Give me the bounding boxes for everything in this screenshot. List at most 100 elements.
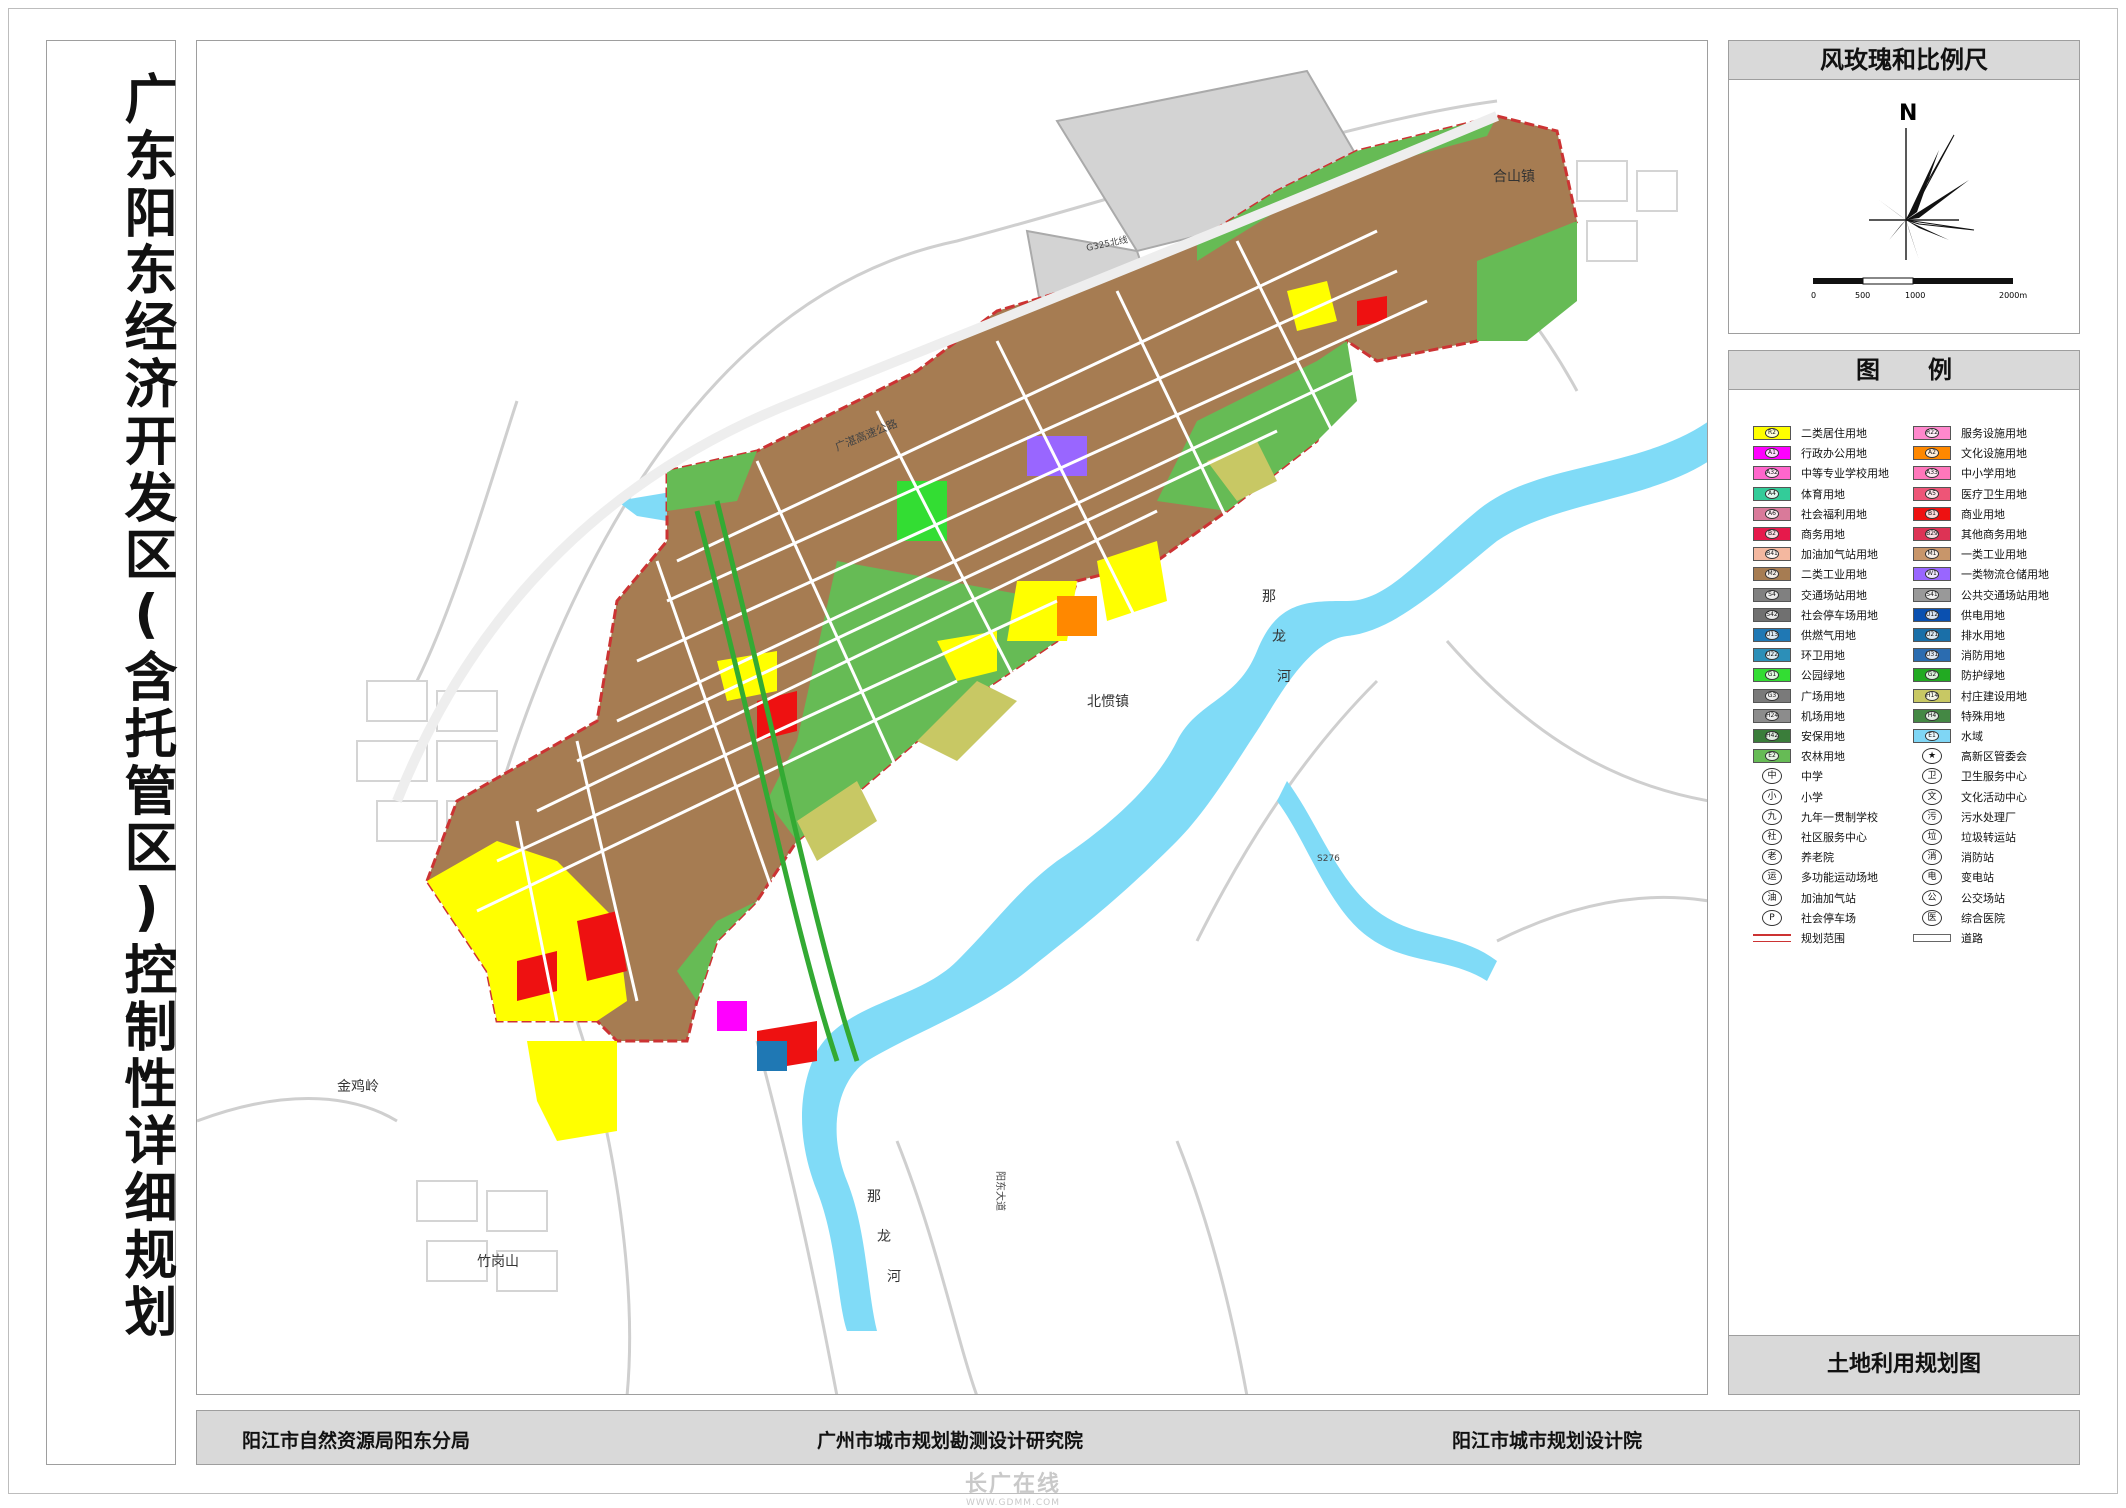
legend-code: M1 — [1925, 549, 1939, 560]
legend-swatch: M2 — [1753, 567, 1791, 582]
legend-label: 行政办公用地 — [1801, 447, 1867, 461]
scale-label-2000: 2000m — [1999, 291, 2027, 300]
legend-code: U31 — [1925, 650, 1939, 661]
river-branch — [1277, 781, 1497, 981]
legend-swatch: U21 — [1913, 628, 1951, 642]
legend-item: B1 商业用地 — [1913, 504, 2005, 524]
legend-label: 供燃气用地 — [1801, 629, 1856, 642]
legend-item: 文 文化活动中心 — [1913, 787, 2027, 807]
legend-label: 水域 — [1961, 730, 1983, 743]
legend-item: 垃 垃圾转运站 — [1913, 827, 2016, 847]
legend-item: 九 九年一贯制学校 — [1753, 807, 1878, 827]
legend-code: A6 — [1765, 508, 1779, 519]
label-road-yangdong: 阳东大道 — [994, 1171, 1007, 1211]
legend-item: U12 供电用地 — [1913, 605, 2005, 625]
legend-swatch: A6 — [1753, 506, 1791, 521]
map-title: 广东阳东经济开发区(含托管区)控制性详细规划 — [116, 71, 177, 1341]
legend-swatch: R22 — [1913, 426, 1951, 440]
legend-item: H42 安保用地 — [1753, 726, 1845, 746]
legend-label: 服务设施用地 — [1961, 427, 2027, 440]
legend-item: A32 中等专业学校用地 — [1753, 463, 1889, 483]
legend-item: E2 农林用地 — [1753, 746, 1845, 766]
legend-symbol-icon: 文 — [1922, 788, 1942, 805]
legend-item: 医 综合医院 — [1913, 908, 2005, 928]
legend-label: 环卫用地 — [1801, 649, 1845, 663]
legend-panel-header: 图 例 — [1729, 351, 2079, 390]
legend-code: B1 — [1925, 508, 1939, 519]
legend-label: 综合医院 — [1961, 911, 2005, 925]
label-beiguan: 北惯镇 — [1087, 693, 1129, 710]
legend-label: 卫生服务中心 — [1961, 770, 2027, 784]
legend-swatch: U22 — [1753, 648, 1791, 663]
legend-code: H42 — [1765, 731, 1779, 741]
legend-swatch: H14 — [1913, 688, 1951, 703]
legend-code: H4 — [1925, 710, 1939, 721]
legend-code: U22 — [1765, 650, 1779, 661]
legend-symbol-icon: 卫 — [1922, 768, 1942, 785]
river-char-3: 河 — [1277, 669, 1291, 685]
legend-label: 消防用地 — [1961, 649, 2005, 663]
legend-symbol-icon: 中 — [1762, 768, 1782, 785]
legend-label: 特殊用地 — [1961, 709, 2005, 723]
scale-label-1000: 1000 — [1905, 291, 1925, 300]
legend-item: S4 交通场站用地 — [1753, 585, 1867, 605]
legend-label: 污水处理厂 — [1961, 810, 2016, 824]
compass-panel: 风玫瑰和比例尺 N 0 500 1000 2000m — [1728, 40, 2080, 334]
legend-symbol-icon: 公 — [1922, 889, 1942, 906]
legend-swatch: M1 — [1913, 547, 1951, 562]
footer-bar: 阳江市自然资源局阳东分局 广州市城市规划勘测设计研究院 阳江市城市规划设计院 — [196, 1410, 2080, 1465]
legend-label: 广场用地 — [1801, 689, 1845, 703]
legend-symbol-icon: 九 — [1762, 808, 1782, 825]
legend-label: 公园绿地 — [1801, 669, 1845, 683]
legend-swatch: S4 — [1753, 587, 1791, 602]
label-hexin: 合山镇 — [1493, 169, 1535, 185]
legend-item: R2 二类居住用地 — [1753, 423, 1867, 443]
legend-item: 社 社区服务中心 — [1753, 827, 1867, 847]
legend-item: S41 公共交通场站用地 — [1913, 585, 2049, 605]
legend-code: B29 — [1925, 529, 1939, 539]
legend-label: 多功能运动场地 — [1801, 871, 1878, 885]
legend-swatch: U31 — [1913, 648, 1951, 663]
legend-swatch: E2 — [1753, 749, 1791, 764]
legend-item: 中 中学 — [1753, 766, 1823, 786]
legend-label: 社会福利用地 — [1801, 507, 1867, 521]
legend-item: 运 多功能运动场地 — [1753, 867, 1878, 887]
watermark-text: 长广在线 — [965, 1472, 1062, 1497]
legend-swatch: B41 — [1753, 547, 1791, 562]
legend-label: 医疗卫生用地 — [1961, 487, 2027, 501]
legend-label: 文化活动中心 — [1961, 790, 2027, 804]
legend-item: R22 服务设施用地 — [1913, 423, 2027, 443]
legend-label: 一类物流仓储用地 — [1961, 568, 2049, 582]
legend-label: 规划范围 — [1801, 932, 1845, 945]
wind-rose-icon: N 0 500 1000 2000m — [1811, 101, 2027, 300]
blue-utility — [757, 1041, 787, 1071]
legend-label: 一类工业用地 — [1961, 548, 2027, 562]
legend-swatch: B2 — [1753, 527, 1791, 541]
river-char-2: 龙 — [1272, 629, 1286, 645]
map-area[interactable]: 合山镇 北惯镇 金鸡岭 竹岗山 广湛高速公路 G325北线 S276 阳东大道 … — [196, 40, 1708, 1395]
label-jinjiling: 金鸡岭 — [337, 1078, 379, 1095]
legend-item: 公 公交场站 — [1913, 888, 2005, 908]
legend-code: E2 — [1765, 751, 1779, 762]
legend-symbol-icon: 消 — [1922, 849, 1942, 866]
legend-item: B29 其他商务用地 — [1913, 524, 2027, 544]
north-label: N — [1899, 101, 1917, 126]
legend-symbol-icon: ★ — [1922, 748, 1942, 765]
legend-label: 消防站 — [1961, 851, 1994, 865]
legend-code: U21 — [1925, 630, 1939, 640]
legend-swatch: S41 — [1913, 587, 1951, 602]
legend-swatch: H24 — [1753, 708, 1791, 723]
legend-code: W1 — [1925, 569, 1939, 580]
legend-symbol-icon: 医 — [1922, 909, 1942, 926]
legend-code: S4 — [1765, 589, 1779, 600]
legend-code: G3 — [1765, 690, 1779, 701]
legend-item: B41 加油加气站用地 — [1753, 544, 1878, 564]
legend-item: 老 养老院 — [1753, 847, 1834, 867]
legend-label: 社会停车场 — [1801, 911, 1856, 925]
legend-symbol-icon: 小 — [1762, 788, 1782, 805]
legend-label: 加油加气站 — [1801, 891, 1856, 905]
legend-label: 体育用地 — [1801, 487, 1845, 501]
legend-label: 社区服务中心 — [1801, 831, 1867, 844]
legend-label: 公共交通场站用地 — [1961, 588, 2049, 602]
legend-code: B2 — [1765, 529, 1779, 539]
